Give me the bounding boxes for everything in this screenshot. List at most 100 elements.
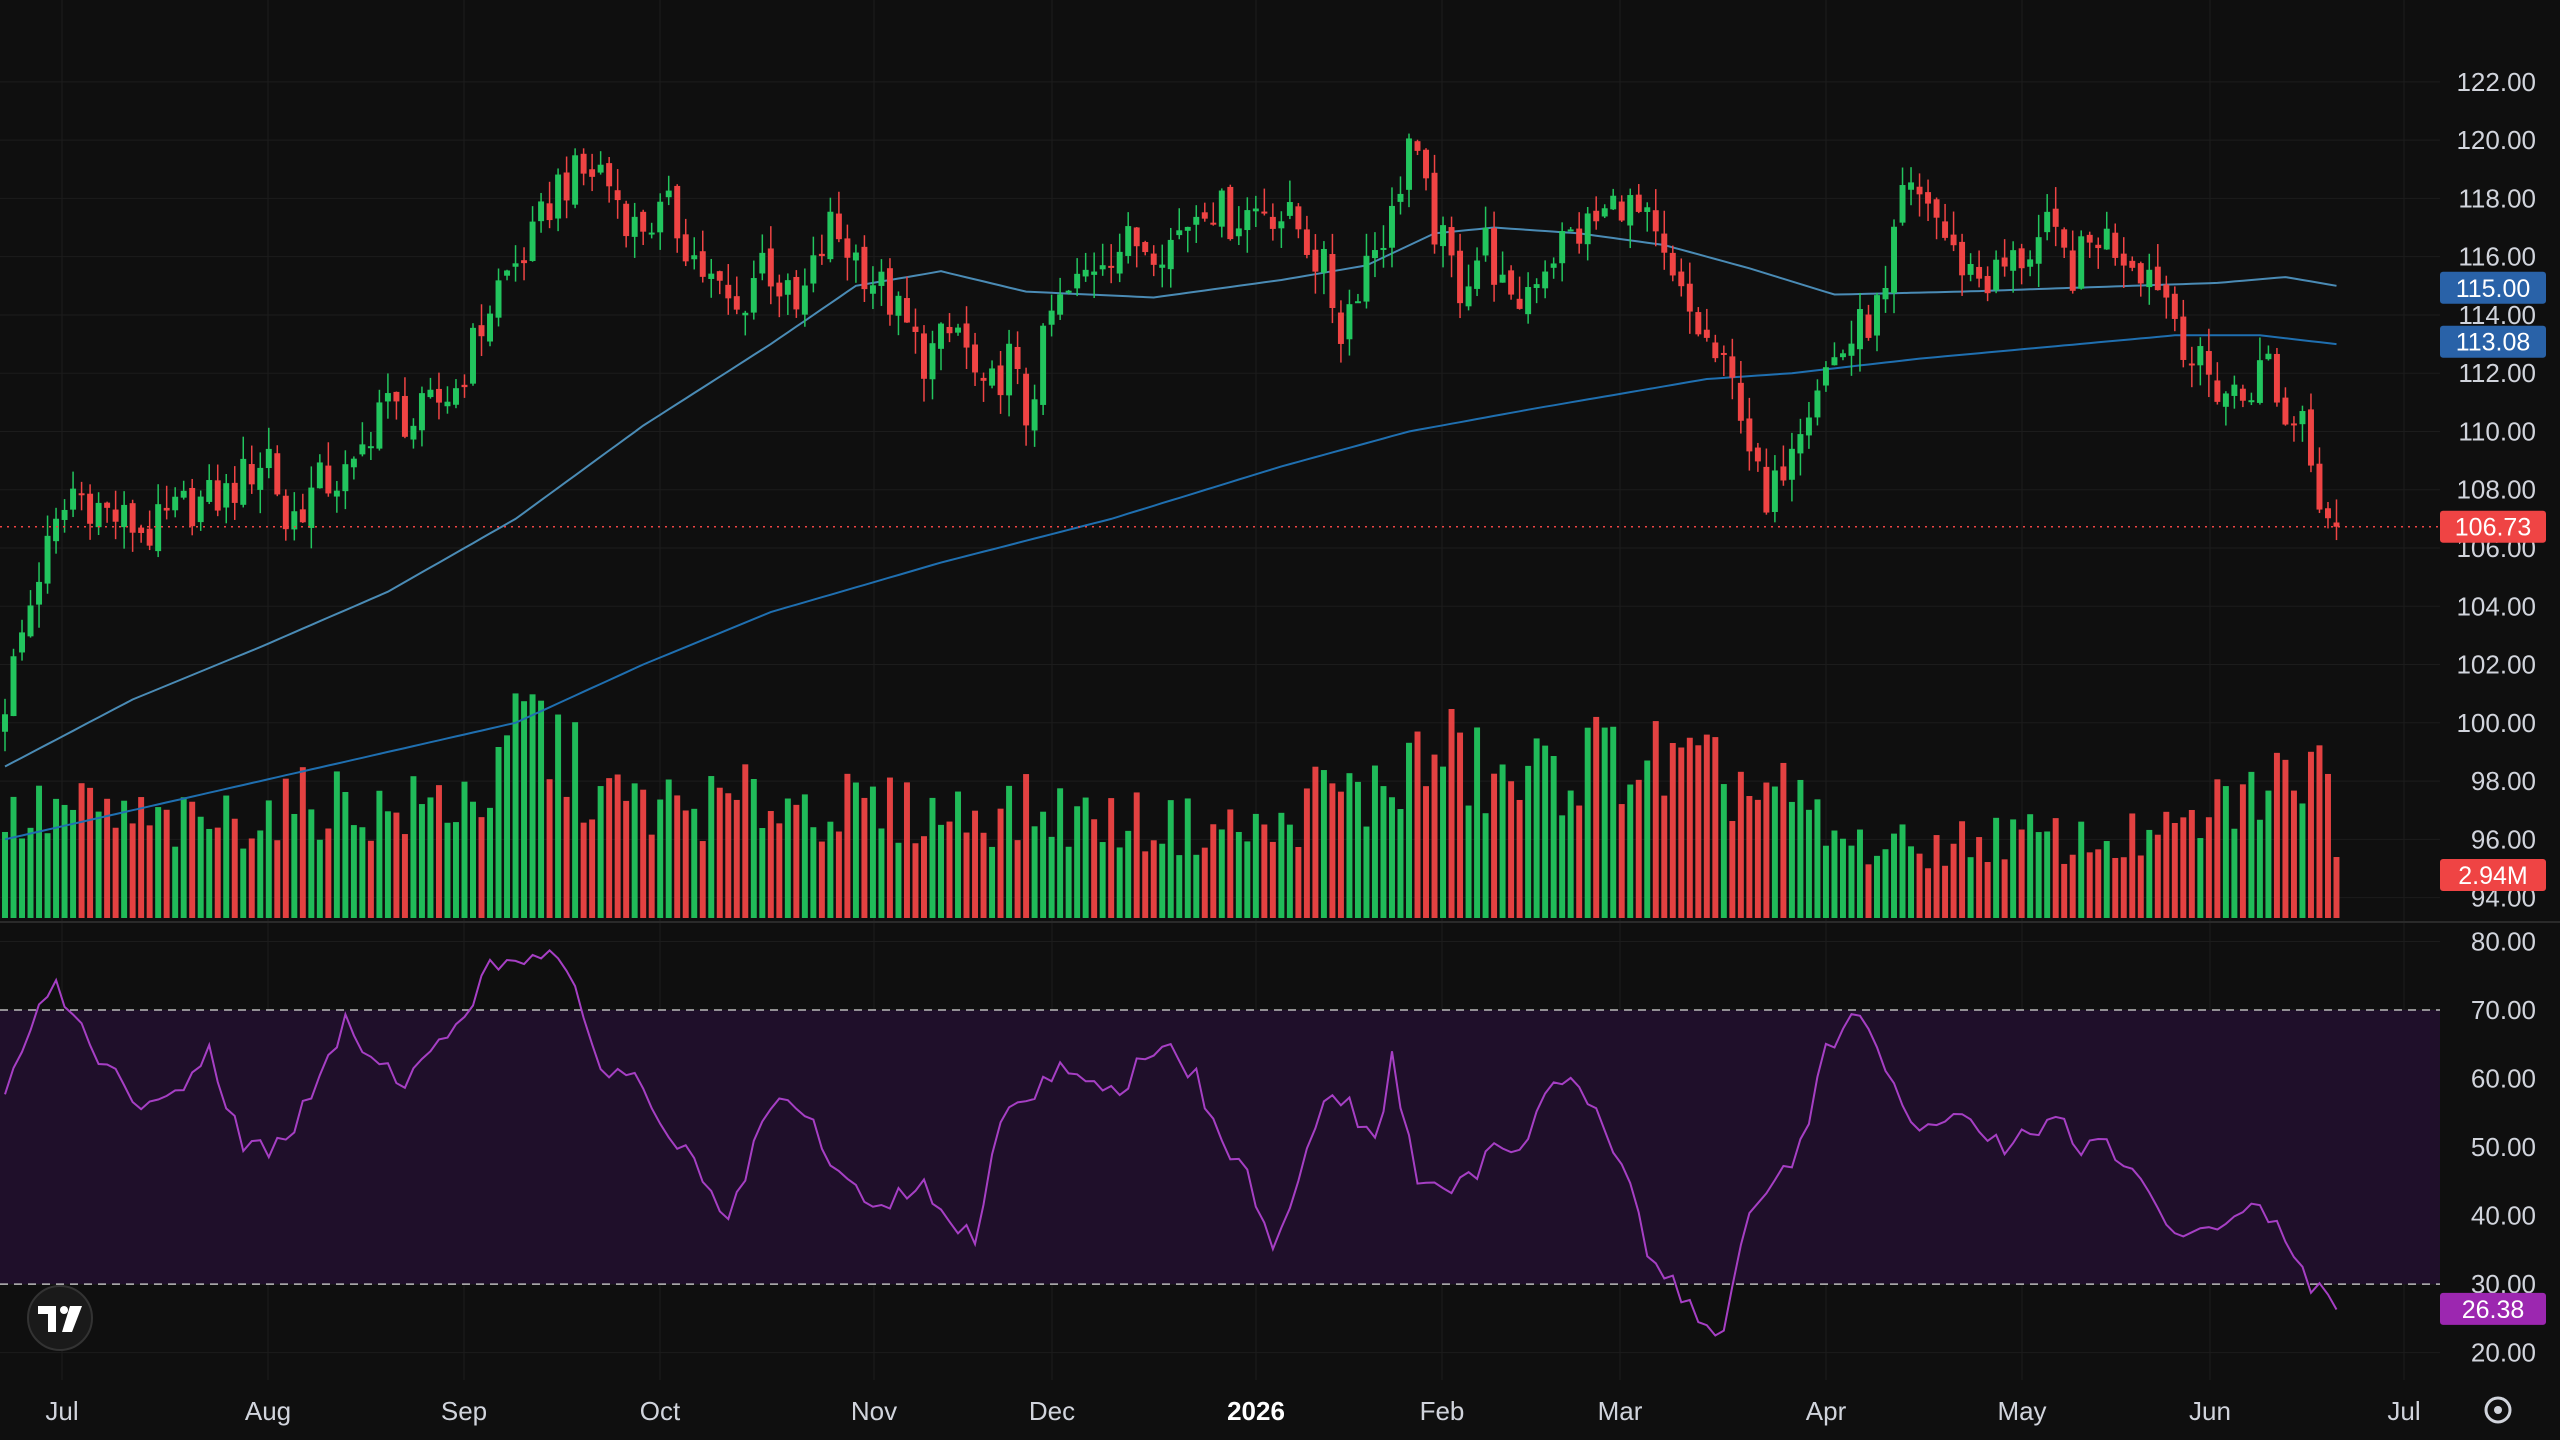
volume-bar — [597, 786, 604, 918]
candle-body — [2222, 393, 2229, 407]
volume-bar — [1218, 829, 1225, 918]
candle-body — [299, 509, 306, 523]
candle-body — [1839, 353, 1846, 358]
volume-bar — [1669, 743, 1676, 918]
volume-bar — [835, 831, 842, 918]
volume-bar — [393, 812, 400, 918]
volume-bar — [767, 811, 774, 918]
candle-body — [1057, 294, 1064, 315]
volume-bar — [784, 798, 791, 918]
volume-bar — [1286, 824, 1293, 918]
ma-fast-badge: 115.00 — [2440, 271, 2546, 304]
volume-bar — [44, 833, 51, 918]
candle-body — [580, 153, 587, 174]
candle-body — [1542, 271, 1549, 289]
volume-bar — [1822, 845, 1829, 918]
volume-bar — [1959, 821, 1966, 918]
candle-body — [1465, 286, 1472, 307]
volume-bar — [2282, 759, 2289, 918]
volume-bar — [1431, 754, 1438, 918]
volume-bar — [997, 808, 1004, 918]
volume-bar — [1618, 804, 1625, 918]
candle-body — [759, 252, 766, 274]
candle-body — [53, 518, 60, 542]
candle-body — [2163, 284, 2170, 298]
candle-body — [1686, 283, 1693, 312]
candle-body — [470, 327, 476, 384]
time-tick-label: Mar — [1598, 1396, 1643, 1426]
volume-bar — [725, 793, 732, 918]
volume-bar — [1882, 849, 1889, 918]
volume-bar — [1771, 786, 1778, 918]
candle-body — [95, 502, 102, 528]
volume-bar — [1942, 865, 1949, 918]
volume-bar — [640, 789, 647, 918]
volume-bar — [1559, 815, 1566, 918]
volume-bar — [742, 764, 749, 918]
volume-bar — [19, 838, 25, 918]
volume-bar — [1320, 770, 1327, 918]
volume-bar — [1703, 734, 1710, 918]
volume-bar — [1474, 727, 1481, 918]
candle-body — [1499, 274, 1506, 283]
candle-body — [989, 368, 996, 386]
candle-body — [2129, 260, 2136, 268]
volume-bar — [521, 701, 528, 918]
candle-body — [1618, 201, 1625, 221]
volume-bar — [1184, 798, 1191, 918]
volume-bar — [1984, 862, 1991, 918]
volume-bar — [1737, 771, 1744, 918]
candle-body — [955, 327, 961, 333]
candle-body — [376, 402, 383, 449]
volume-bar — [1754, 799, 1761, 918]
volume-bar — [1125, 830, 1132, 918]
candle-body — [1312, 249, 1319, 272]
volume-bar — [1763, 782, 1770, 918]
candle-body — [1244, 210, 1251, 231]
candle-body — [214, 480, 221, 511]
candle-body — [1831, 357, 1838, 366]
volume-bar — [1303, 788, 1310, 918]
volume-bar — [2112, 857, 2119, 918]
volume-bar — [1108, 798, 1115, 918]
volume-bar — [1006, 785, 1013, 918]
candle-body — [1150, 253, 1157, 265]
candle-body — [1695, 312, 1702, 335]
gear-hub — [2494, 1406, 2502, 1414]
volume-bar — [1210, 824, 1217, 918]
candle-body — [1976, 266, 1983, 279]
candle-body — [1176, 230, 1183, 236]
volume-bar — [852, 782, 859, 918]
candle-body — [682, 234, 689, 262]
volume-bar — [589, 819, 596, 918]
candle-body — [997, 365, 1004, 396]
candle-body — [1346, 304, 1353, 340]
volume-bar — [257, 830, 264, 918]
candle-body — [172, 496, 179, 511]
tradingview-logo-icon[interactable] — [27, 1285, 93, 1351]
candle-body — [265, 448, 272, 469]
volume-bar — [2069, 854, 2076, 918]
volume-bar — [691, 808, 698, 918]
volume-bar — [1057, 788, 1064, 918]
logo-mark-dot — [60, 1306, 68, 1314]
volume-bar — [759, 828, 766, 918]
candle-body — [1414, 141, 1421, 151]
volume-bar — [1227, 809, 1234, 918]
time-tick-label: Sep — [441, 1396, 487, 1426]
volume-bar — [444, 822, 451, 918]
candle-body — [1925, 192, 1932, 204]
volume-bar — [1499, 764, 1506, 918]
volume-bar — [1389, 797, 1395, 918]
candle-body — [818, 253, 825, 257]
volume-bar — [861, 797, 868, 918]
candle-body — [401, 395, 408, 437]
volume-bar — [2197, 838, 2204, 918]
candle-body — [776, 282, 783, 297]
candle-body — [2061, 229, 2068, 248]
stock-chart[interactable]: 122.00 120.00 118.00 116.00 114.00 112.00 110.… — [0, 0, 2560, 1440]
volume-bar — [963, 832, 970, 918]
volume-bar — [333, 771, 340, 918]
volume-bar — [325, 828, 332, 918]
volume-bar — [163, 809, 170, 918]
